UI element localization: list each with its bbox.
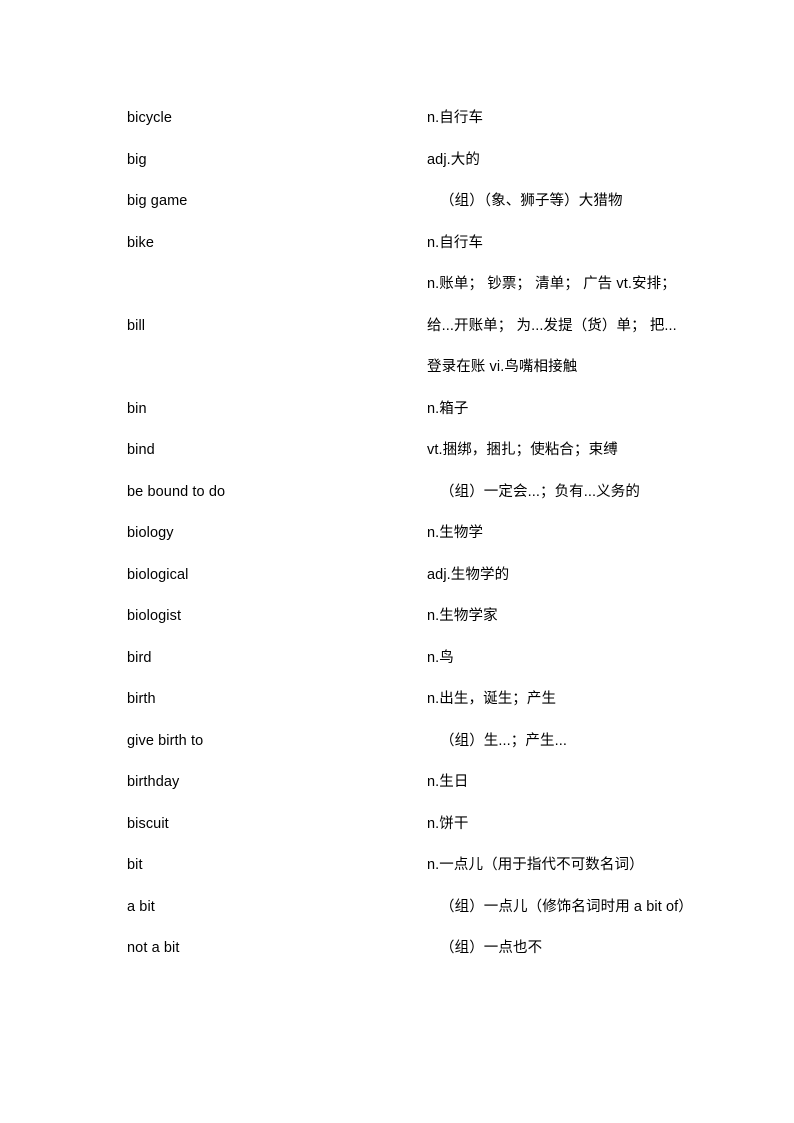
vocabulary-definition: n.生物学 (427, 525, 484, 541)
vocabulary-definition: （组）一定会...；负有...义务的 (440, 483, 640, 500)
vocabulary-term: biological (127, 566, 189, 583)
vocabulary-entry-row: birth n.出生，诞生；产生 (127, 679, 687, 721)
vocabulary-term: biology (127, 525, 174, 541)
vocabulary-entry-row: big game （组）（象、狮子等）大猎物 (127, 181, 687, 223)
vocabulary-entry-row: biology n.生物学 (127, 513, 687, 555)
vocabulary-term: bike (127, 234, 154, 251)
vocabulary-entry-row: be bound to do （组）一定会...；负有...义务的 (127, 472, 687, 514)
vocabulary-entry-row: bicycle n.自行车 (127, 98, 687, 140)
vocabulary-entry-row: bill n.账单； 钞票； 清单； 广告 vt.安排； 给...开账单； 为..… (127, 264, 687, 389)
vocabulary-definition: adj.大的 (427, 151, 480, 168)
vocabulary-entry-row: bike n.自行车 (127, 223, 687, 265)
vocabulary-term: a bit (127, 898, 155, 915)
vocabulary-definition: vt.捆绑，捆扎；使粘合；束缚 (427, 442, 618, 458)
vocabulary-term: big (127, 151, 147, 168)
vocabulary-definition: （组）（象、狮子等）大猎物 (440, 193, 623, 209)
vocabulary-entry-row: give birth to （组）生...；产生... (127, 721, 687, 763)
vocabulary-entry-row: biologist n.生物学家 (127, 596, 687, 638)
vocabulary-entry-row: not a bit （组）一点也不 (127, 928, 687, 970)
vocabulary-term: biscuit (127, 815, 169, 832)
document-page: bicycle n.自行车 big adj.大的 big game （组）（象、狮子等）大… (0, 0, 794, 1123)
vocabulary-definition: n.生物学家 (427, 608, 498, 624)
vocabulary-definition: n.一点儿（用于指代不可数名词） (427, 857, 644, 873)
vocabulary-term: bind (127, 442, 155, 458)
vocabulary-term: bird (127, 649, 152, 666)
vocabulary-term: biologist (127, 608, 182, 624)
vocabulary-term: bill (127, 317, 146, 334)
vocabulary-term: be bound to do (127, 483, 226, 500)
vocabulary-entry-row: bind vt.捆绑，捆扎；使粘合；束缚 (127, 430, 687, 472)
vocabulary-definition: n.账单； 钞票； 清单； 广告 vt.安排； 给...开账单； 为...发提（… (427, 276, 677, 375)
vocabulary-term: birth (127, 691, 156, 707)
vocabulary-term: bit (127, 857, 143, 873)
vocabulary-entry-row: biological adj.生物学的 (127, 555, 687, 597)
vocabulary-term: not a bit (127, 940, 180, 956)
vocabulary-term: bin (127, 400, 147, 417)
vocabulary-definition: （组）生...；产生... (440, 732, 567, 749)
vocabulary-definition: n.自行车 (427, 110, 484, 126)
vocabulary-definition: n.生日 (427, 774, 469, 790)
vocabulary-entry-row: bin n.箱子 (127, 389, 687, 431)
vocabulary-definition: n.箱子 (427, 400, 469, 417)
vocabulary-entry-row: biscuit n.饼干 (127, 804, 687, 846)
vocabulary-definition: n.饼干 (427, 815, 469, 832)
vocabulary-term: big game (127, 193, 188, 209)
vocabulary-definition: n.鸟 (427, 649, 454, 666)
vocabulary-term: give birth to (127, 732, 204, 749)
vocabulary-entry-row: big adj.大的 (127, 140, 687, 182)
vocabulary-entry-row: birthday n.生日 (127, 762, 687, 804)
vocabulary-entry-row: bit n.一点儿（用于指代不可数名词） (127, 845, 687, 887)
vocabulary-entry-row: bird n.鸟 (127, 638, 687, 680)
vocabulary-term: birthday (127, 774, 180, 790)
vocabulary-term: bicycle (127, 110, 173, 126)
vocabulary-definition: （组）一点儿（修饰名词时用 a bit of） (440, 898, 693, 915)
vocabulary-entry-row: a bit （组）一点儿（修饰名词时用 a bit of） (127, 887, 693, 929)
vocabulary-definition: n.出生，诞生；产生 (427, 691, 557, 707)
vocabulary-definition: n.自行车 (427, 234, 484, 251)
vocabulary-definition: adj.生物学的 (427, 566, 510, 583)
vocabulary-list: bicycle n.自行车 big adj.大的 big game （组）（象、狮子等）大… (127, 98, 693, 970)
vocabulary-definition: （组）一点也不 (440, 940, 543, 956)
